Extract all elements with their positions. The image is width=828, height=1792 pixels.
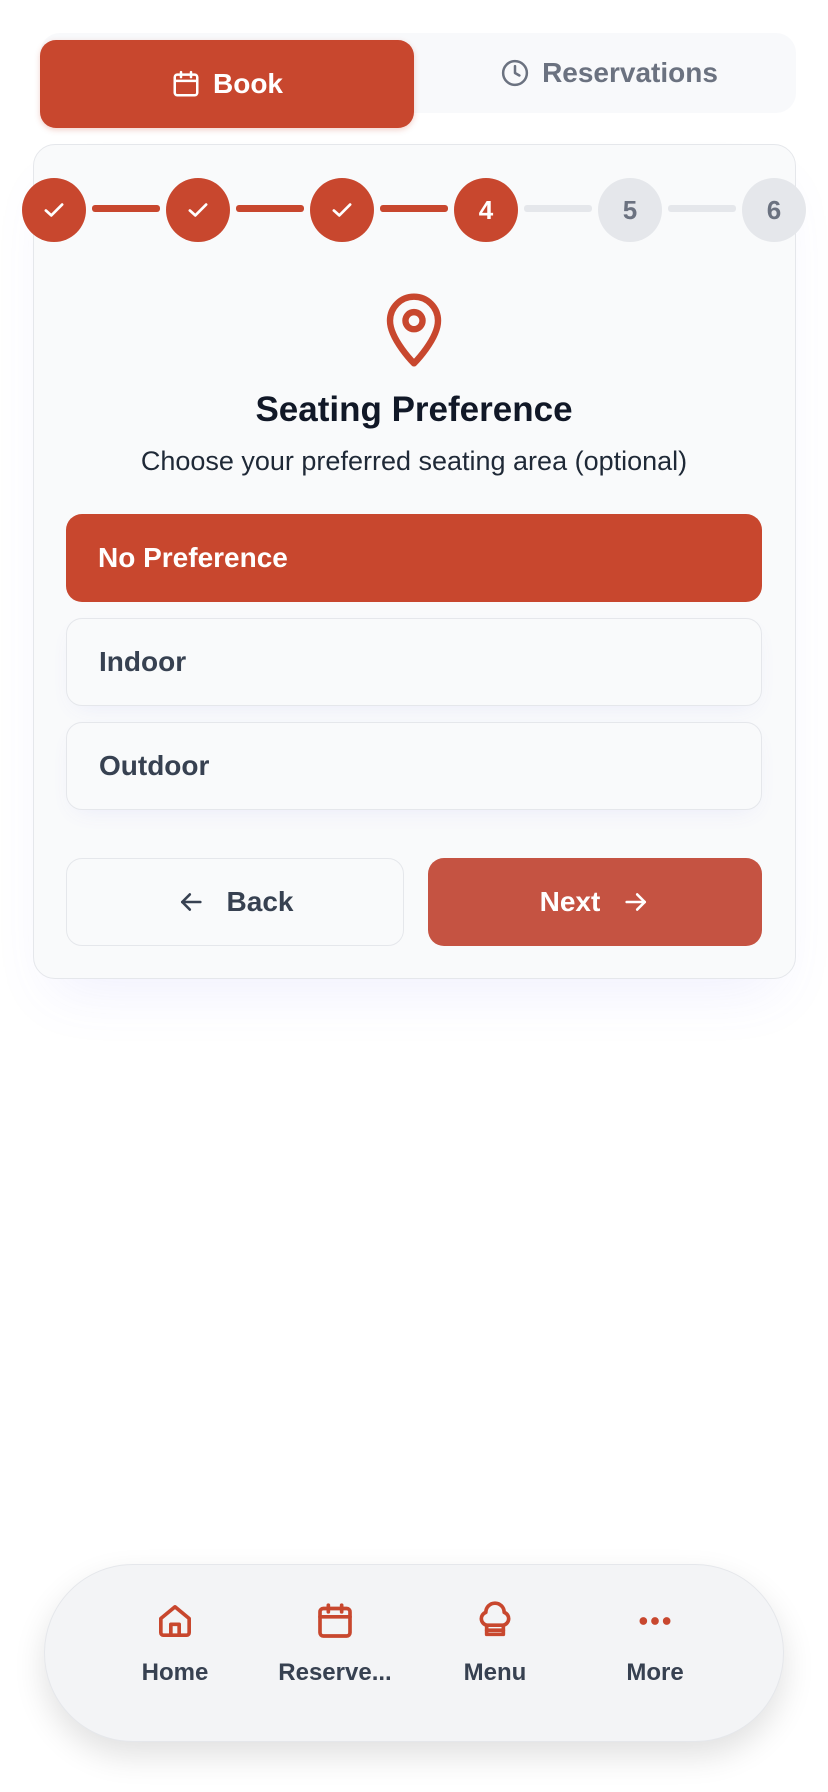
step-subtitle: Choose your preferred seating area (opti… xyxy=(140,446,688,476)
booking-tabs: Book Reservations xyxy=(40,33,796,128)
nav-label-reserve: Reserve... xyxy=(278,1659,392,1686)
arrow-right-icon xyxy=(625,893,647,911)
step-connector xyxy=(668,205,736,212)
more-dots-icon xyxy=(639,1617,671,1625)
step-3-complete xyxy=(310,178,374,242)
nav-item-menu[interactable]: Menu xyxy=(415,1601,575,1711)
option-label: Indoor xyxy=(99,646,187,677)
back-button[interactable]: Back xyxy=(66,858,404,946)
step-title: Seating Preference xyxy=(255,390,573,429)
next-button[interactable]: Next xyxy=(428,858,762,946)
step-connector xyxy=(524,205,592,212)
step-connector xyxy=(92,205,160,212)
step-4-current: 4 xyxy=(454,178,518,242)
step-5: 5 xyxy=(598,178,662,242)
step-1-complete xyxy=(22,178,86,242)
option-no-preference[interactable]: No Preference xyxy=(66,514,762,602)
nav-item-reserve[interactable]: Reserve... xyxy=(255,1601,415,1711)
tab-reservations[interactable]: Reservations xyxy=(422,33,796,113)
option-label: Outdoor xyxy=(99,750,210,781)
step-6: 6 xyxy=(742,178,806,242)
bottom-navigation: Home Reserve... Menu More xyxy=(44,1564,784,1742)
map-pin-icon xyxy=(386,293,442,367)
clock-icon xyxy=(501,59,529,87)
step-connector xyxy=(380,205,448,212)
nav-label-menu: Menu xyxy=(463,1659,527,1686)
step-2-complete xyxy=(166,178,230,242)
nav-label-home: Home xyxy=(141,1659,209,1686)
tab-book-label: Book xyxy=(213,68,283,99)
booking-page: Book Reservations 4 5 6 Seating Preferen… xyxy=(0,0,828,1792)
option-outdoor[interactable]: Outdoor xyxy=(66,722,762,810)
nav-item-home[interactable]: Home xyxy=(95,1601,255,1711)
nav-label-more: More xyxy=(626,1659,684,1686)
calendar-icon xyxy=(318,1603,352,1638)
check-icon xyxy=(188,203,208,217)
chef-hat-icon xyxy=(479,1601,511,1637)
check-icon xyxy=(332,203,352,217)
calendar-icon xyxy=(173,70,199,97)
option-label: No Preference xyxy=(98,542,288,573)
option-indoor[interactable]: Indoor xyxy=(66,618,762,706)
tab-reservations-label: Reservations xyxy=(542,57,718,88)
next-button-label: Next xyxy=(539,886,601,917)
tab-book[interactable]: Book xyxy=(40,40,414,128)
home-icon xyxy=(159,1605,192,1637)
check-icon xyxy=(44,203,64,217)
arrow-left-icon xyxy=(180,893,202,911)
back-button-label: Back xyxy=(226,886,294,917)
nav-item-more[interactable]: More xyxy=(575,1601,735,1711)
step-connector xyxy=(236,205,304,212)
